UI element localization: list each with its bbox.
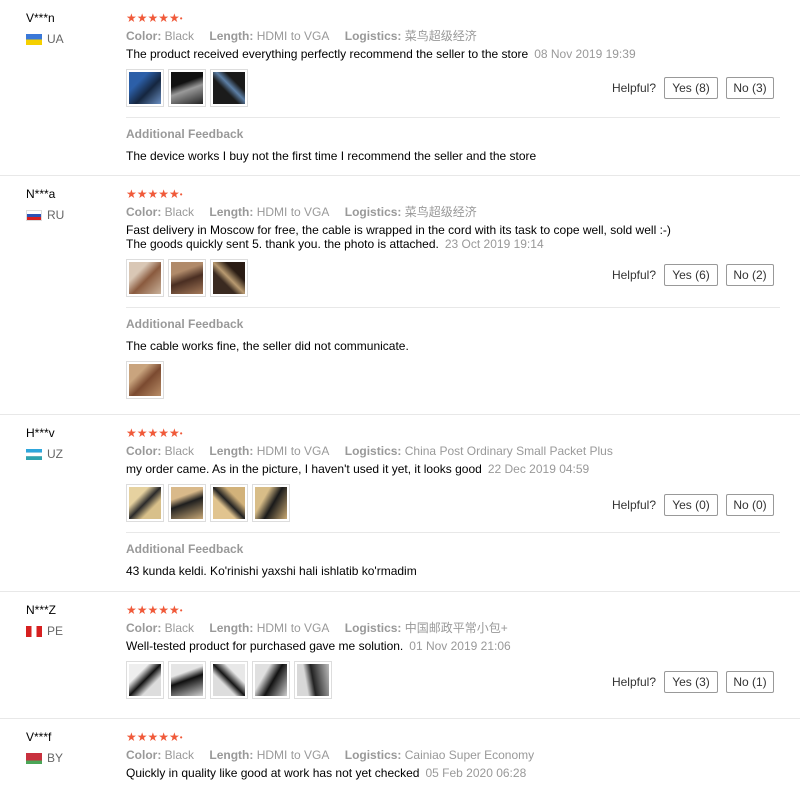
review-item: N***a RU ★★★★★• Color: Black Length: HDM… [0, 176, 800, 415]
star-rating: ★★★★★• [126, 603, 183, 617]
review-photo[interactable] [168, 661, 206, 699]
review-date: 08 Nov 2019 19:39 [534, 47, 636, 61]
star-rating: ★★★★★• [126, 11, 183, 25]
helpful-yes-button[interactable]: Yes (6) [664, 264, 718, 286]
additional-feedback-text: The cable works fine, the seller did not… [126, 339, 409, 353]
peru-flag-icon [26, 625, 42, 637]
additional-feedback-title: Additional Feedback [126, 127, 244, 141]
review-photo[interactable] [210, 484, 248, 522]
helpful-votes: Helpful? Yes (3) No (1) [612, 671, 774, 693]
reviewer-info: N***a RU [26, 186, 116, 222]
review-text: The product received everything perfectl… [126, 47, 636, 61]
helpful-no-button[interactable]: No (2) [726, 264, 774, 286]
review-photo[interactable] [126, 259, 164, 297]
review-photo[interactable] [210, 69, 248, 107]
helpful-yes-button[interactable]: Yes (8) [664, 77, 718, 99]
ukraine-flag-icon [26, 33, 42, 45]
reviewer-info: V***f BY [26, 729, 116, 765]
additional-feedback-text: 43 kunda keldi. Ko'rinishi yaxshi hali i… [126, 564, 417, 578]
reviewer-country: UA [26, 32, 116, 46]
review-date: 22 Dec 2019 04:59 [487, 462, 590, 476]
helpful-votes: Helpful? Yes (8) No (3) [612, 77, 774, 99]
review-photo[interactable] [126, 361, 164, 399]
review-photo[interactable] [126, 69, 164, 107]
review-item: N***Z PE ★★★★★• Color: Black Length: HDM… [0, 592, 800, 719]
order-attributes: Color: Black Length: HDMI to VGA Logisti… [126, 621, 508, 635]
star-rating: ★★★★★• [126, 426, 183, 440]
review-text: Well-tested product for purchased gave m… [126, 639, 511, 653]
country-code: PE [47, 624, 64, 638]
reviewer-name: N***Z [26, 603, 57, 617]
reviewer-country: RU [26, 208, 116, 222]
review-photo[interactable] [126, 661, 164, 699]
reviewer-country: BY [26, 751, 116, 765]
review-photo[interactable] [168, 69, 206, 107]
star-rating: ★★★★★• [126, 730, 183, 744]
review-date: 23 Oct 2019 19:14 [444, 237, 544, 251]
reviewer-country: UZ [26, 447, 116, 461]
review-text: my order came. As in the picture, I have… [126, 462, 590, 476]
reviewer-info: V***n UA [26, 10, 116, 46]
russia-flag-icon [26, 209, 42, 221]
helpful-no-button[interactable]: No (3) [726, 77, 774, 99]
country-code: BY [47, 751, 64, 765]
order-attributes: Color: Black Length: HDMI to VGA Logisti… [126, 205, 477, 219]
country-code: UZ [47, 447, 63, 461]
review-photo[interactable] [252, 661, 290, 699]
additional-feedback-text: The device works I buy not the first tim… [126, 149, 537, 163]
helpful-label: Helpful? [611, 268, 656, 282]
order-attributes: Color: Black Length: HDMI to VGA Logisti… [126, 444, 613, 458]
country-code: RU [47, 208, 65, 222]
reviewer-name: N***a [26, 187, 56, 201]
reviewer-info: N***Z PE [26, 602, 116, 638]
review-date: 01 Nov 2019 21:06 [409, 639, 511, 653]
review-item: V***f BY ★★★★★• Color: Black Length: HDM… [0, 719, 800, 804]
helpful-label: Helpful? [611, 81, 656, 95]
helpful-votes: Helpful? Yes (0) No (0) [612, 494, 774, 516]
uzbekistan-flag-icon [26, 448, 42, 460]
reviewer-country: PE [26, 624, 116, 638]
country-code: UA [47, 32, 64, 46]
helpful-yes-button[interactable]: Yes (0) [664, 494, 718, 516]
review-photo[interactable] [168, 259, 206, 297]
helpful-label: Helpful? [611, 675, 656, 689]
reviewer-info: H***v UZ [26, 425, 116, 461]
star-rating: ★★★★★• [126, 187, 183, 201]
additional-feedback-title: Additional Feedback [126, 317, 244, 331]
reviewer-name: V***f [26, 730, 52, 744]
review-item: H***v UZ ★★★★★• Color: Black Length: HDM… [0, 415, 800, 592]
review-text: Fast delivery in Moscow for free, the ca… [126, 223, 671, 251]
order-attributes: Color: Black Length: HDMI to VGA Logisti… [126, 29, 477, 43]
review-photo[interactable] [252, 484, 290, 522]
review-photo[interactable] [210, 661, 248, 699]
reviewer-name: H***v [26, 426, 55, 440]
review-photo[interactable] [210, 259, 248, 297]
additional-feedback-title: Additional Feedback [126, 542, 244, 556]
review-photo[interactable] [126, 484, 164, 522]
helpful-no-button[interactable]: No (1) [726, 671, 774, 693]
reviewer-name: V***n [26, 11, 55, 25]
helpful-yes-button[interactable]: Yes (3) [664, 671, 718, 693]
review-item: V***n UA ★★★★★• Color: Black Length: HDM… [0, 0, 800, 176]
belarus-flag-icon [26, 752, 42, 764]
order-attributes: Color: Black Length: HDMI to VGA Logisti… [126, 748, 535, 762]
review-photo[interactable] [294, 661, 332, 699]
review-date: 05 Feb 2020 06:28 [425, 766, 527, 780]
helpful-no-button[interactable]: No (0) [726, 494, 774, 516]
review-text: Quickly in quality like good at work has… [126, 766, 527, 780]
additional-feedback-photos [126, 361, 780, 399]
helpful-label: Helpful? [611, 498, 656, 512]
review-photo[interactable] [168, 484, 206, 522]
helpful-votes: Helpful? Yes (6) No (2) [612, 264, 774, 286]
